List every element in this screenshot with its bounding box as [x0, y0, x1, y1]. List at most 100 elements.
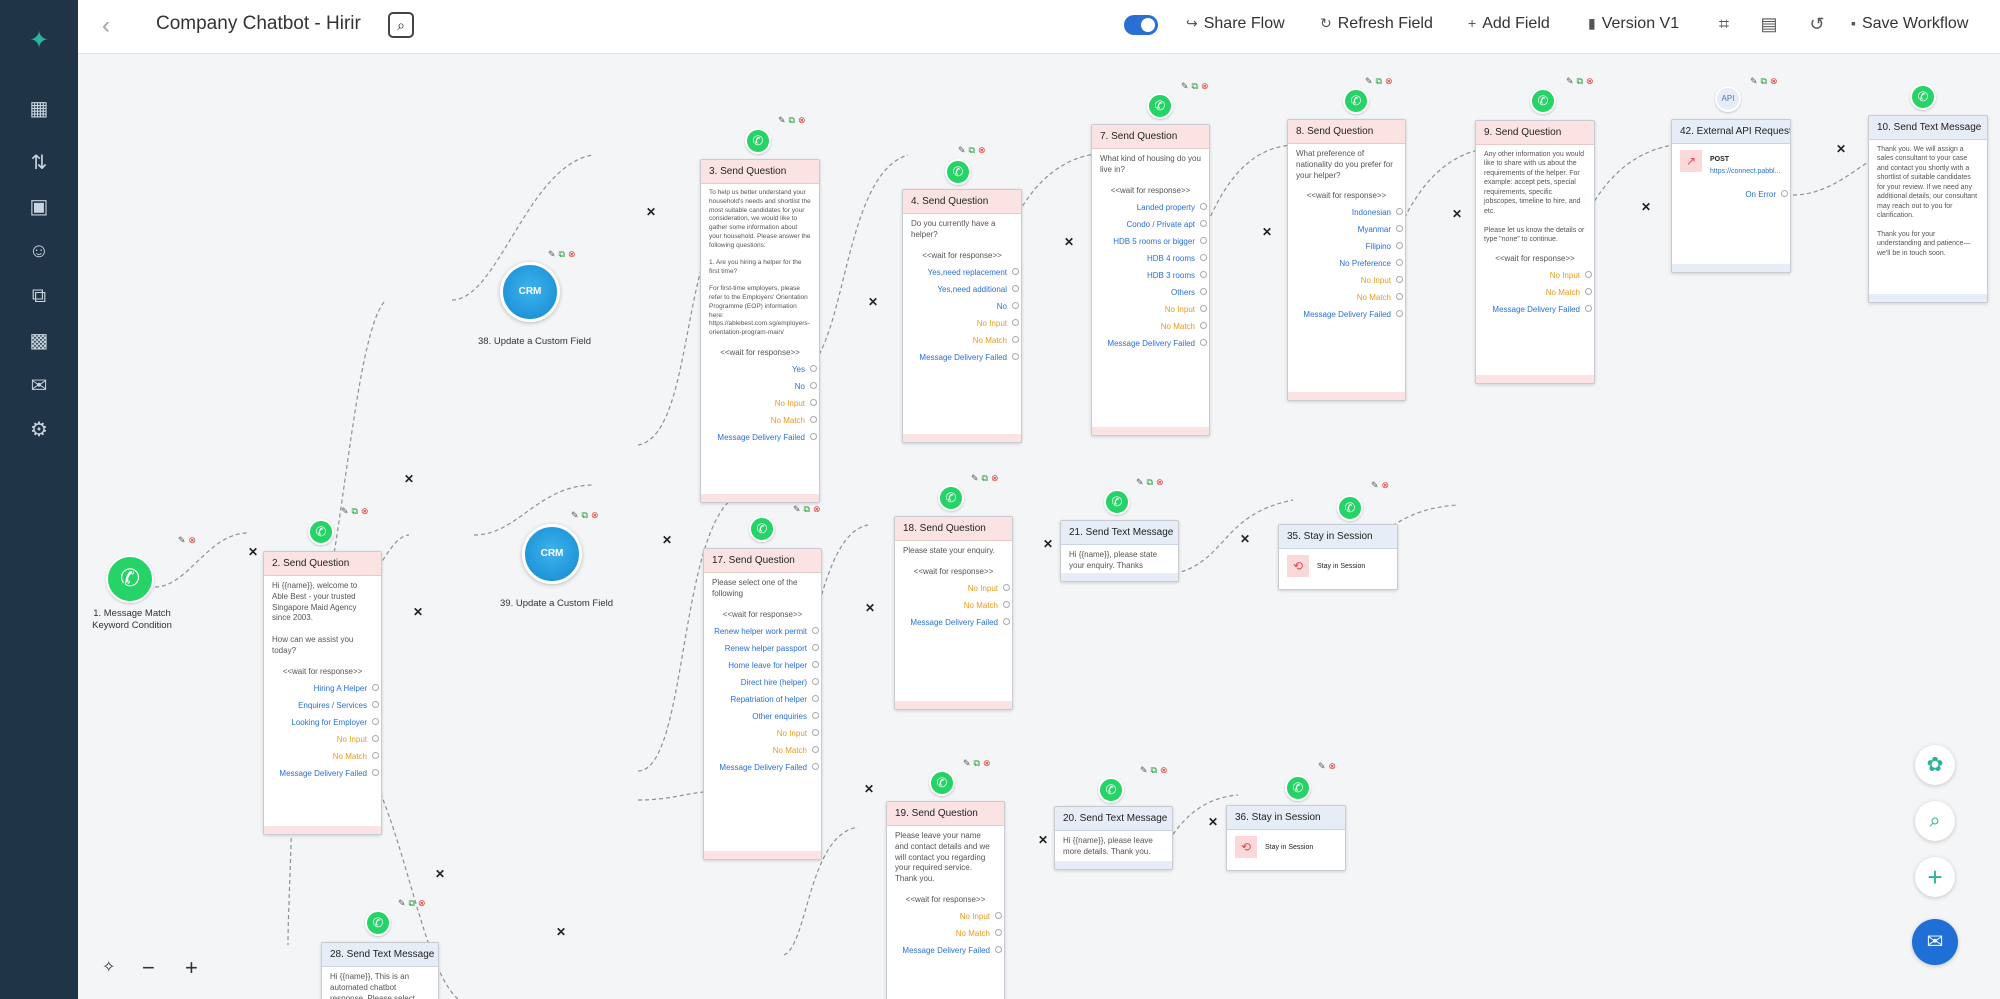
- delete-icon[interactable]: ⊗: [1160, 765, 1168, 775]
- option[interactable]: No Match: [1288, 293, 1405, 302]
- whatsapp-icon[interactable]: ✆: [365, 910, 391, 936]
- option[interactable]: Direct hire (helper): [704, 677, 821, 687]
- option[interactable]: No Match: [701, 416, 819, 425]
- node-9-card[interactable]: 9. Send Question Any other information y…: [1475, 120, 1595, 384]
- edit-icon[interactable]: ✎: [178, 535, 186, 545]
- delete-icon[interactable]: ⊗: [978, 145, 986, 155]
- copy-icon[interactable]: ⧉: [352, 506, 358, 516]
- option[interactable]: Filipino: [1288, 242, 1405, 251]
- copy-icon[interactable]: ⧉: [1376, 76, 1382, 86]
- whatsapp-icon[interactable]: ✆: [308, 519, 334, 545]
- copy-icon[interactable]: ⧉: [1761, 76, 1767, 86]
- settings-nav-icon[interactable]: ⚙: [22, 413, 56, 447]
- whatsapp-icon[interactable]: ✆: [745, 128, 771, 154]
- node-7-card[interactable]: 7. Send Question What kind of housing do…: [1091, 124, 1210, 436]
- delete-icon[interactable]: ⊗: [1586, 76, 1594, 86]
- edit-icon[interactable]: ✎: [963, 758, 971, 768]
- option[interactable]: Message Delivery Failed: [903, 352, 1021, 362]
- scissors-icon[interactable]: ✕: [248, 545, 258, 559]
- edit-icon[interactable]: ✎: [1371, 480, 1379, 490]
- copy-icon[interactable]: ⧉: [559, 249, 565, 259]
- option[interactable]: No Input: [887, 911, 1004, 921]
- back-chevron-icon[interactable]: ‹: [102, 12, 110, 40]
- option[interactable]: Landed property: [1092, 202, 1209, 212]
- edit-icon[interactable]: ✎: [571, 510, 579, 520]
- option[interactable]: Looking for Employer: [264, 717, 381, 727]
- whatsapp-icon[interactable]: ✆: [1910, 84, 1936, 110]
- option[interactable]: Message Delivery Failed: [895, 617, 1012, 627]
- option[interactable]: Indonesian: [1288, 208, 1405, 217]
- copy-icon[interactable]: ⧉: [1192, 81, 1198, 91]
- option[interactable]: Message Delivery Failed: [887, 945, 1004, 955]
- whatsapp-icon[interactable]: ✆: [1098, 777, 1124, 803]
- copy-icon[interactable]: ⧉: [1577, 76, 1583, 86]
- option[interactable]: Message Delivery Failed: [1288, 310, 1405, 319]
- option[interactable]: Hiring A Helper: [264, 683, 381, 693]
- node-2-card[interactable]: 2. Send Question Hi {{name}}, welcome to…: [263, 551, 382, 835]
- scissors-icon[interactable]: ✕: [1208, 815, 1218, 829]
- option[interactable]: No Match: [264, 751, 381, 761]
- copy-icon[interactable]: ⧉: [969, 145, 975, 155]
- refresh-field-button[interactable]: ↻ Refresh Field: [1320, 15, 1433, 33]
- flow-active-toggle[interactable]: [1124, 15, 1158, 35]
- edit-icon[interactable]: ✎: [793, 504, 801, 514]
- edit-icon[interactable]: ✎: [548, 249, 556, 259]
- option[interactable]: No Match: [1092, 321, 1209, 331]
- delete-icon[interactable]: ⊗: [1329, 761, 1337, 771]
- option[interactable]: Message Delivery Failed: [264, 768, 381, 778]
- option[interactable]: Message Delivery Failed: [1476, 305, 1594, 314]
- option[interactable]: Home leave for helper: [704, 660, 821, 670]
- zoom-in-button[interactable]: +: [185, 955, 198, 981]
- whatsapp-icon[interactable]: ✆: [1530, 88, 1556, 114]
- option[interactable]: Yes: [701, 365, 819, 374]
- node-10-card[interactable]: 10. Send Text Message Thank you. We will…: [1868, 115, 1988, 303]
- option[interactable]: Other enquiries: [704, 711, 821, 721]
- option[interactable]: No Input: [895, 583, 1012, 593]
- whatsapp-icon[interactable]: ✆: [106, 555, 154, 603]
- scissors-icon[interactable]: ✕: [435, 867, 445, 881]
- edit-icon[interactable]: ✎: [1750, 76, 1758, 86]
- delete-icon[interactable]: ⊗: [983, 758, 991, 768]
- option[interactable]: HDB 5 rooms or bigger: [1092, 236, 1209, 246]
- option[interactable]: Renew helper work permit: [704, 626, 821, 636]
- option[interactable]: No Input: [1288, 276, 1405, 285]
- save-workflow-button[interactable]: ▪ Save Workflow: [1851, 15, 1968, 33]
- option[interactable]: Condo / Private apt: [1092, 219, 1209, 229]
- whatsapp-icon[interactable]: ✆: [1285, 775, 1311, 801]
- delete-icon[interactable]: ⊗: [189, 535, 197, 545]
- delete-icon[interactable]: ⊗: [568, 249, 576, 259]
- delete-icon[interactable]: ⊗: [591, 510, 599, 520]
- delete-icon[interactable]: ⊗: [1770, 76, 1778, 86]
- delete-icon[interactable]: ⊗: [361, 506, 369, 516]
- integrations-nav-icon[interactable]: ⧉: [22, 279, 56, 313]
- node-19-card[interactable]: 19. Send Question Please leave your name…: [886, 801, 1005, 999]
- scissors-icon[interactable]: ✕: [1836, 142, 1846, 156]
- whatsapp-icon[interactable]: ✆: [749, 516, 775, 542]
- edit-icon[interactable]: ✎: [1140, 765, 1148, 775]
- node-3-card[interactable]: 3. Send Question To help us better under…: [700, 159, 820, 503]
- option[interactable]: No: [701, 382, 819, 391]
- scissors-icon[interactable]: ✕: [646, 205, 656, 219]
- scissors-icon[interactable]: ✕: [868, 295, 878, 309]
- flow-canvas[interactable]: ✕ ✕ ✕ ✕ ✕ ✕ ✕ ✕ ✕ ✕ ✕ ✕ ✕ ✕ ✕ ✕ ✕ ✕ ✕ ✕ …: [78, 55, 2000, 999]
- chat-support-icon[interactable]: ✉: [1912, 919, 1958, 965]
- scissors-icon[interactable]: ✕: [1038, 833, 1048, 847]
- whatsapp-icon[interactable]: ✆: [1337, 495, 1363, 521]
- node-28-card[interactable]: 28. Send Text Message Hi {{name}}, This …: [321, 942, 439, 999]
- scissors-icon[interactable]: ✕: [404, 472, 414, 486]
- chat-nav-icon[interactable]: ✉: [22, 369, 56, 403]
- option[interactable]: No Preference: [1288, 259, 1405, 268]
- option[interactable]: No Match: [903, 335, 1021, 345]
- edit-icon[interactable]: ✎: [958, 145, 966, 155]
- scissors-icon[interactable]: ✕: [413, 605, 423, 619]
- edit-icon[interactable]: ✎: [1318, 761, 1326, 771]
- search-icon[interactable]: ⌕: [1915, 801, 1955, 841]
- zoom-out-button[interactable]: −: [142, 955, 155, 981]
- copy-icon[interactable]: ⧉: [409, 898, 415, 908]
- option[interactable]: Message Delivery Failed: [1092, 338, 1209, 348]
- node-20-card[interactable]: 20. Send Text Message Hi {{name}}, pleas…: [1054, 806, 1173, 870]
- node-8-card[interactable]: 8. Send Question What preference of nati…: [1287, 119, 1406, 401]
- copy-icon[interactable]: ⧉: [582, 510, 588, 520]
- scissors-icon[interactable]: ✕: [1240, 532, 1250, 546]
- history-icon[interactable]: ↺: [1806, 13, 1828, 35]
